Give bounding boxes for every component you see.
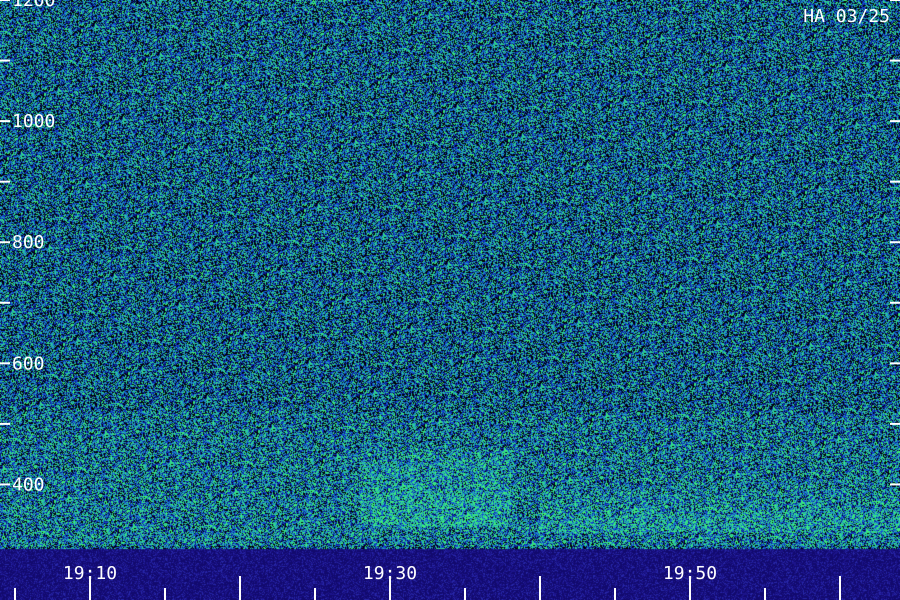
x-tick-label-1950: 19:50 [663, 563, 717, 584]
y-axis-ticks [0, 0, 900, 486]
station-label: HA 03/25 [803, 6, 890, 27]
x-tick-label-1930: 19:30 [363, 563, 417, 584]
chart-overlay: 400 600 800 1000 1200 19:10 19:30 19:50 HA 03/… [0, 0, 900, 600]
y-tick-label-600: 600 [12, 353, 45, 374]
y-tick-label-400: 400 [12, 474, 45, 495]
y-tick-label-1200: 1200 [12, 0, 55, 11]
y-axis-labels: 400 600 800 1000 1200 [12, 0, 55, 495]
y-tick-label-800: 800 [12, 232, 45, 253]
y-tick-label-1000: 1000 [12, 111, 55, 132]
x-axis-labels: 19:10 19:30 19:50 [63, 563, 717, 584]
x-tick-label-1910: 19:10 [63, 563, 117, 584]
